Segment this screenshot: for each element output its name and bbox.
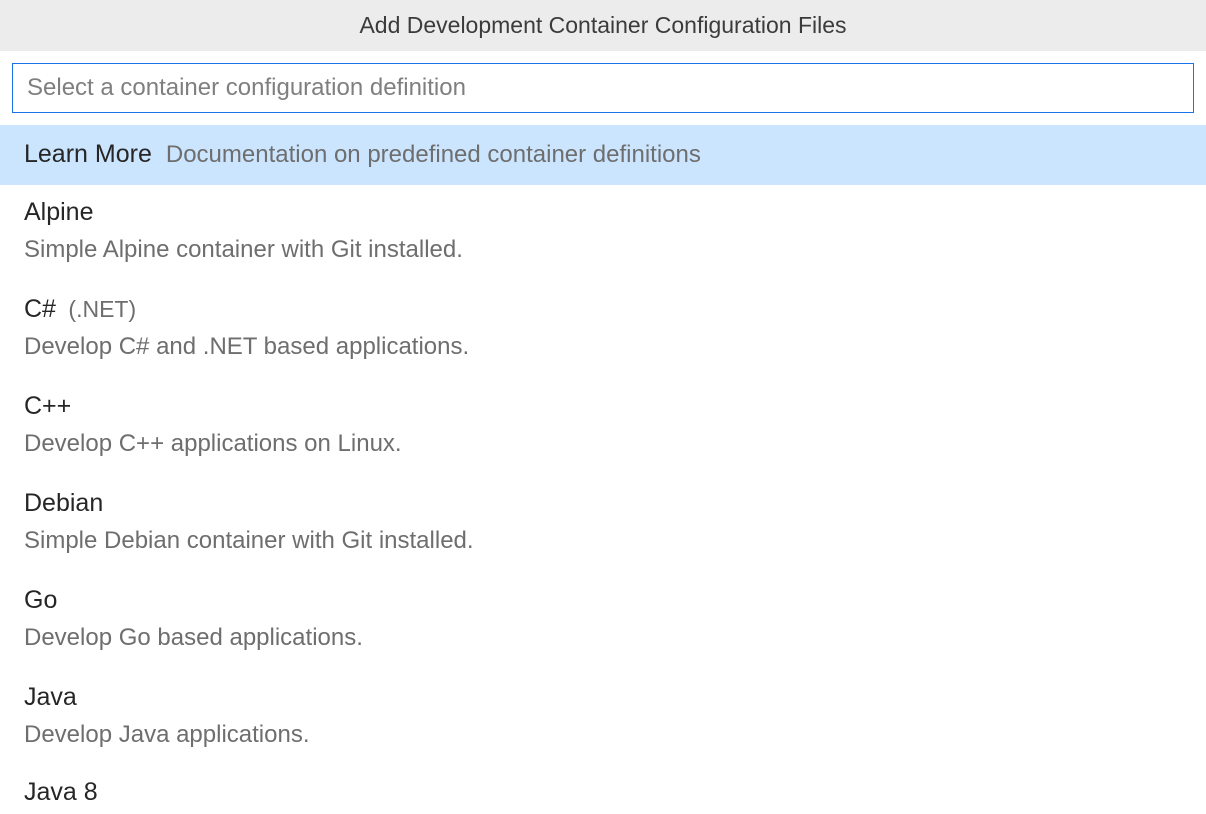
item-description: Simple Alpine container with Git install… [24, 232, 1182, 268]
options-list: Learn More Documentation on predefined c… [0, 125, 1206, 814]
item-title: Go [24, 586, 57, 614]
item-description: Develop Java applications. [24, 717, 1182, 753]
item-title: C# [24, 295, 56, 323]
search-input[interactable] [12, 63, 1194, 113]
search-wrapper [0, 51, 1206, 125]
item-title: C++ [24, 392, 71, 420]
list-item-java[interactable]: Java Develop Java applications. [0, 670, 1206, 767]
list-item-cpp[interactable]: C++ Develop C++ applications on Linux. [0, 379, 1206, 476]
item-description: Develop C++ applications on Linux. [24, 426, 1182, 462]
list-item-java8[interactable]: Java 8 [0, 767, 1206, 814]
learn-more-description: Documentation on predefined container de… [166, 137, 701, 173]
item-description: Simple Debian container with Git install… [24, 523, 1182, 559]
list-item-go[interactable]: Go Develop Go based applications. [0, 573, 1206, 670]
list-item-csharp[interactable]: C# (.NET) Develop C# and .NET based appl… [0, 282, 1206, 379]
item-description: Develop C# and .NET based applications. [24, 329, 1182, 365]
list-item-debian[interactable]: Debian Simple Debian container with Git … [0, 476, 1206, 573]
item-title: Java 8 [24, 778, 98, 806]
item-title: Debian [24, 489, 103, 517]
item-tag: (.NET) [68, 296, 136, 322]
item-title: Alpine [24, 198, 94, 226]
learn-more-label: Learn More [24, 137, 152, 172]
learn-more-item[interactable]: Learn More Documentation on predefined c… [0, 125, 1206, 185]
list-item-alpine[interactable]: Alpine Simple Alpine container with Git … [0, 185, 1206, 282]
item-description: Develop Go based applications. [24, 620, 1182, 656]
item-title: Java [24, 683, 77, 711]
dialog-title: Add Development Container Configuration … [0, 0, 1206, 51]
